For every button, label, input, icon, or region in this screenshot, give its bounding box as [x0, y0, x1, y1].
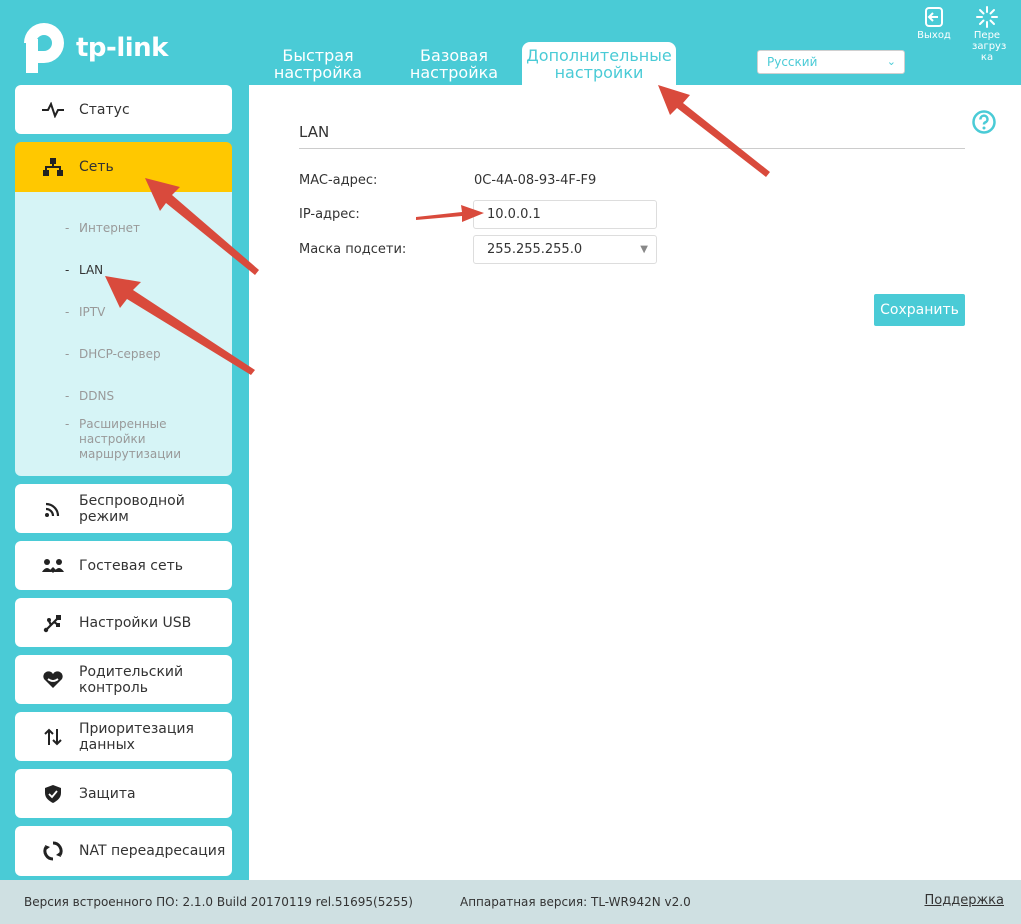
language-select[interactable]: Русский ⌄	[757, 50, 905, 74]
network-submenu: - Интернет - LAN - IPTV - DHCP-сервер - …	[15, 192, 232, 476]
tab-basic-setup[interactable]: Базовая настройка	[398, 42, 510, 86]
reboot-icon	[976, 6, 998, 28]
sidebar-item-label: Беспроводной режим	[79, 492, 185, 525]
firmware-version: Версия встроенного ПО: 2.1.0 Build 20170…	[24, 895, 413, 909]
ip-address-input[interactable]: 10.0.0.1	[473, 200, 657, 229]
sidebar-item-nat-forwarding[interactable]: NAT переадресация	[15, 826, 232, 876]
tab-advanced-setup[interactable]: Дополнительные настройки	[522, 42, 676, 86]
support-link[interactable]: Поддержка	[925, 893, 1005, 908]
sidebar-item-label: Родительский контроль	[79, 663, 184, 696]
help-icon[interactable]	[972, 110, 996, 134]
sidebar-item-label: Гостевая сеть	[79, 557, 183, 574]
save-button[interactable]: Сохранить	[874, 294, 965, 326]
heart-icon	[42, 669, 64, 691]
sidebar-item-label: Приоритезация данных	[79, 720, 194, 753]
ip-address-value: 10.0.0.1	[487, 207, 541, 222]
tab-quick-setup-label: Быстрая настройка	[273, 46, 363, 82]
submenu-item-lan[interactable]: - LAN	[65, 263, 103, 278]
subnet-mask-select[interactable]: 255.255.255.0 ▼	[473, 235, 657, 264]
lan-settings-panel: LAN MAC-адрес: 0C-4A-08-93-4F-F9 IP-адре…	[249, 85, 1021, 880]
title-divider	[299, 148, 965, 149]
subnet-mask-value: 255.255.255.0	[487, 242, 583, 257]
sidebar-item-wireless[interactable]: Беспроводной режим	[15, 484, 232, 533]
sidebar-item-status[interactable]: Статус	[15, 85, 232, 134]
shield-icon	[42, 783, 64, 805]
logout-icon	[925, 7, 943, 27]
language-selected: Русский	[767, 55, 818, 69]
reboot-label: Пере загруз ка	[972, 30, 1007, 63]
page-title: LAN	[299, 123, 330, 141]
sidebar-item-label: Сеть	[79, 159, 114, 175]
usb-icon	[42, 612, 64, 634]
sidebar-item-network[interactable]: Сеть	[15, 142, 232, 192]
footer: Версия встроенного ПО: 2.1.0 Build 20170…	[0, 880, 1021, 924]
tab-advanced-setup-label: Дополнительные настройки	[526, 46, 672, 82]
logout-label: Выход	[917, 30, 951, 41]
sidebar-item-data-priority[interactable]: Приоритезация данных	[15, 712, 232, 761]
nat-icon	[42, 840, 64, 862]
sidebar-item-usb[interactable]: Настройки USB	[15, 598, 232, 647]
submenu-item-internet[interactable]: - Интернет	[65, 221, 140, 236]
network-icon	[42, 156, 64, 178]
dropdown-triangle-icon: ▼	[640, 244, 648, 255]
reboot-button[interactable]: Пере загруз ка	[968, 6, 1006, 63]
priority-arrows-icon	[42, 726, 64, 748]
ip-address-label: IP-адрес:	[299, 207, 360, 222]
sidebar-item-label: Защита	[79, 785, 136, 802]
submenu-item-dhcp-server[interactable]: - DHCP-сервер	[65, 347, 161, 362]
mac-address-value: 0C-4A-08-93-4F-F9	[474, 173, 597, 188]
sidebar-item-label: Настройки USB	[79, 614, 192, 631]
tab-basic-setup-label: Базовая настройка	[409, 46, 499, 82]
submenu-item-iptv[interactable]: - IPTV	[65, 305, 105, 320]
sidebar-item-security[interactable]: Защита	[15, 769, 232, 818]
tp-link-logo: tp-link	[14, 20, 168, 76]
sidebar-item-parental-control[interactable]: Родительский контроль	[15, 655, 232, 704]
submenu-item-advanced-routing[interactable]: - Расширенные настройки маршрутизации	[65, 417, 189, 462]
wifi-icon	[42, 498, 64, 520]
sidebar-item-label: NAT переадресация	[79, 843, 226, 859]
guest-network-icon	[42, 555, 64, 577]
sidebar-item-guest-network[interactable]: Гостевая сеть	[15, 541, 232, 590]
hardware-version: Аппаратная версия: TL-WR942N v2.0	[460, 895, 691, 909]
tab-quick-setup[interactable]: Быстрая настройка	[262, 42, 374, 86]
pulse-icon	[42, 99, 64, 121]
logout-button[interactable]: Выход	[915, 6, 953, 41]
chevron-down-icon: ⌄	[886, 55, 896, 68]
brand-name: tp-link	[76, 33, 168, 63]
tp-link-logo-icon	[14, 20, 74, 76]
subnet-mask-label: Маска подсети:	[299, 242, 407, 257]
sidebar-item-label: Статус	[79, 101, 130, 118]
mac-address-label: MAC-адрес:	[299, 173, 378, 188]
submenu-item-ddns[interactable]: - DDNS	[65, 389, 114, 404]
